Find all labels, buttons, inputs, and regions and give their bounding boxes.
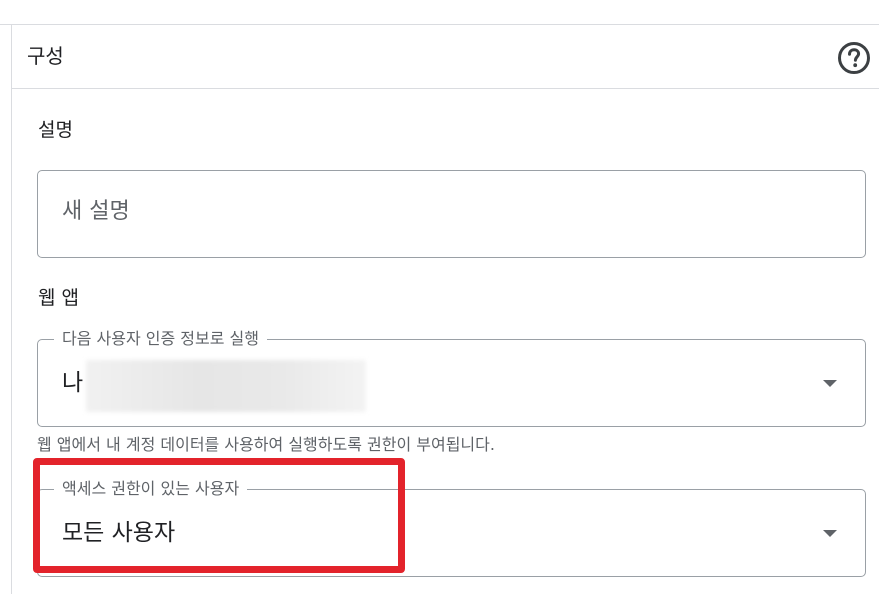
access-legend: 액세스 권한이 있는 사용자	[54, 478, 248, 500]
section-title: 구성	[27, 44, 64, 68]
access-select[interactable]: 액세스 권한이 있는 사용자 모든 사용자	[37, 478, 866, 577]
redacted-account	[86, 360, 366, 412]
execute-as-select[interactable]: 다음 사용자 인증 정보로 실행 나	[37, 328, 866, 427]
access-value: 모든 사용자	[62, 520, 176, 546]
header-divider	[11, 88, 879, 89]
left-divider	[11, 24, 12, 594]
execute-as-hint: 웹 앱에서 내 계정 데이터를 사용하여 실행하도록 권한이 부여됩니다.	[37, 435, 495, 454]
deployment-config-panel: 구성 설명 웹 앱 다음 사용자 인증 정보로 실행 나 웹 앱에서 내 계정 …	[0, 0, 879, 594]
description-field[interactable]	[37, 170, 866, 258]
dropdown-arrow-icon[interactable]	[823, 530, 837, 537]
dropdown-arrow-icon[interactable]	[823, 380, 837, 387]
execute-as-value: 나	[62, 370, 84, 396]
webapp-label: 웹 앱	[38, 287, 79, 309]
top-divider	[0, 24, 879, 25]
description-input[interactable]	[62, 199, 822, 224]
help-icon[interactable]	[837, 41, 871, 75]
execute-as-legend: 다음 사용자 인증 정보로 실행	[54, 328, 267, 350]
description-label: 설명	[38, 119, 73, 141]
